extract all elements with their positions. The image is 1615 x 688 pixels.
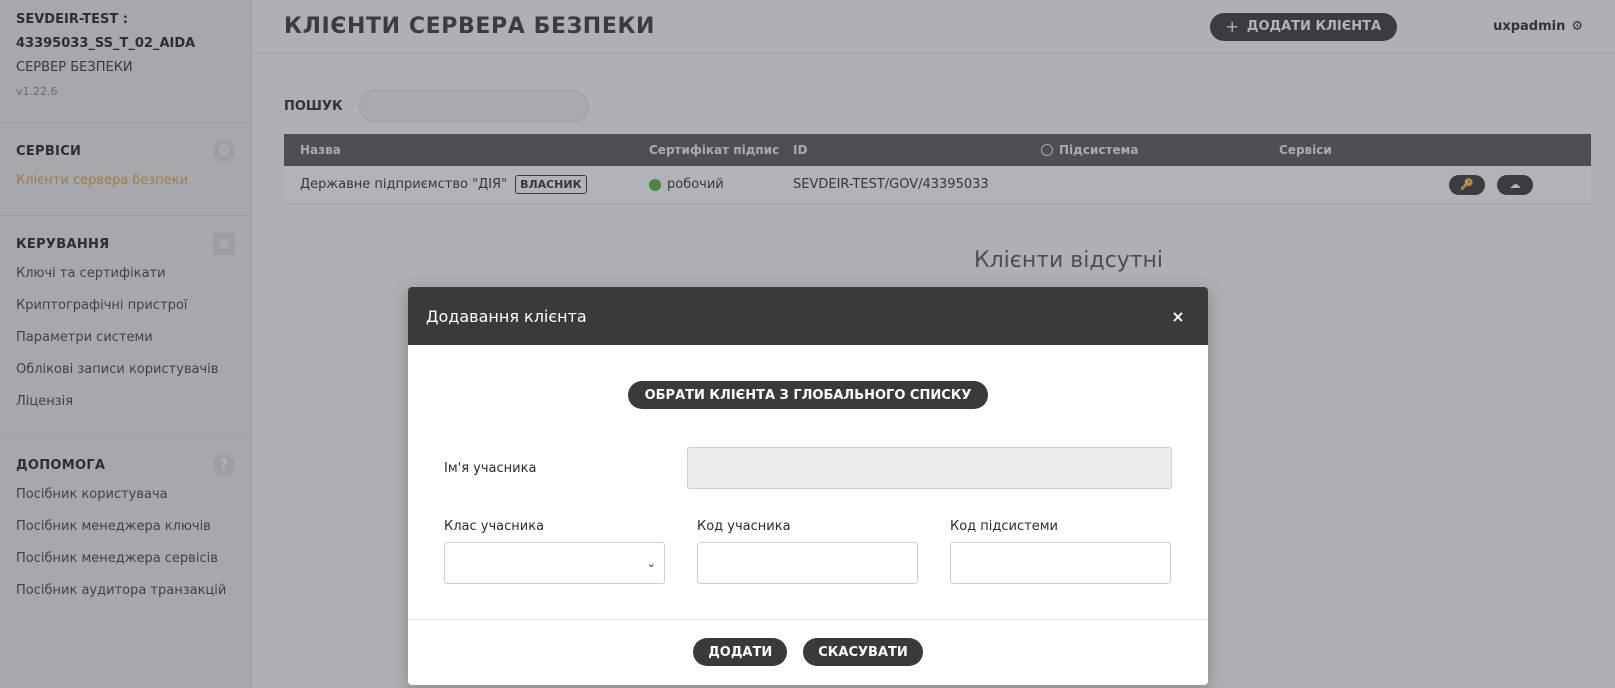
subsystem-code-field[interactable] [950, 542, 1171, 584]
member-name-label: Ім'я учасника [444, 460, 537, 476]
dialog-footer: ДОДАТИ СКАСУВАТИ [408, 620, 1208, 684]
close-icon[interactable]: × [1166, 304, 1190, 328]
select-global-client-button[interactable]: ОБРАТИ КЛІЄНТА З ГЛОБАЛЬНОГО СПИСКУ [627, 381, 989, 409]
member-code-label: Код учасника [697, 519, 791, 534]
member-class-label: Клас учасника [444, 519, 545, 534]
cancel-button[interactable]: СКАСУВАТИ [803, 638, 923, 666]
dialog-header: Додавання клієнта × [408, 287, 1208, 345]
subsystem-code-label: Код підсистеми [950, 519, 1058, 534]
member-code-field[interactable] [697, 542, 918, 584]
add-button[interactable]: ДОДАТИ [693, 638, 788, 666]
dialog-title: Додавання клієнта [426, 306, 587, 326]
dialog-body: ОБРАТИ КЛІЄНТА З ГЛОБАЛЬНОГО СПИСКУ Ім'я… [408, 345, 1208, 620]
chevron-down-icon: ⌄ [646, 556, 656, 570]
add-client-dialog: Додавання клієнта × ОБРАТИ КЛІЄНТА З ГЛО… [408, 287, 1208, 685]
member-name-field[interactable] [686, 447, 1172, 489]
member-class-select[interactable]: ⌄ [444, 542, 665, 584]
